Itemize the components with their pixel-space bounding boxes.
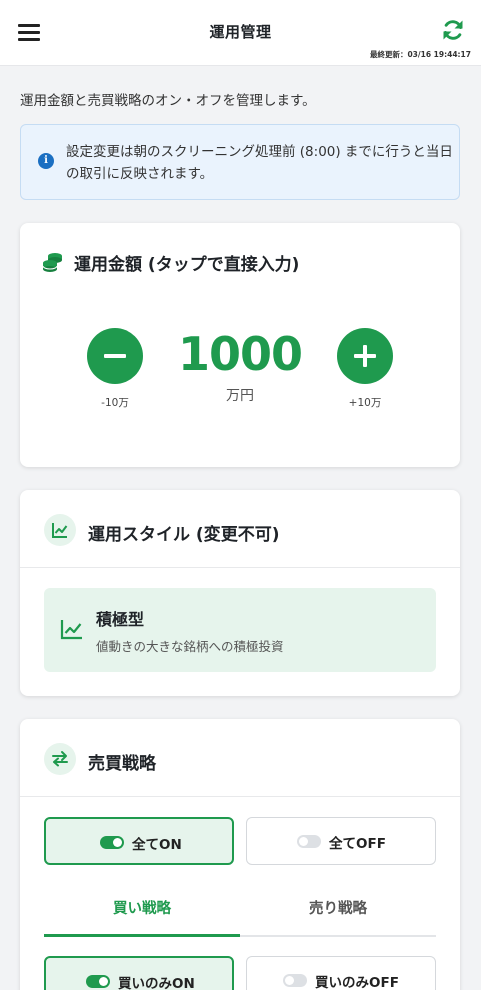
page-title: 運用管理 (209, 23, 272, 41)
info-notice: i 設定変更は朝のスクリーニング処理前 (8:00) までに行うと当日の取引に反… (20, 124, 460, 200)
chart-line-icon (44, 514, 76, 546)
toggle-off-icon (283, 974, 307, 987)
tab-buy-strategy[interactable]: 買い戦略 (44, 887, 240, 937)
amount-card: 運用金額 (タップで直接入力) -10万 1000 万円 +10万 (20, 223, 460, 467)
style-selected-box: 積極型 値動きの大きな銘柄への積極投資 (44, 588, 436, 672)
buy-only-off-label: 買いのみOFF (315, 975, 399, 990)
trade-card-header: 売買戦略 (20, 719, 460, 797)
chart-line-icon (60, 618, 84, 644)
increase-step-label: +10万 (348, 397, 382, 409)
all-off-label: 全てOFF (329, 836, 386, 852)
increase-amount-button[interactable] (337, 328, 393, 384)
all-on-label: 全てON (132, 837, 182, 853)
info-icon: i (38, 153, 54, 169)
plus-icon-vertical (363, 345, 367, 367)
swap-arrows-icon (44, 743, 76, 775)
trade-strategy-card: 売買戦略 全てON 全てOFF 買い戦略 売り戦略 買いのみON 買いのみOFF (20, 719, 460, 990)
buy-only-on-button[interactable]: 買いのみON (44, 956, 234, 990)
notice-text: 設定変更は朝のスクリーニング処理前 (8:00) までに行うと当日の取引に反映さ… (66, 144, 453, 182)
tab-sell-strategy[interactable]: 売り戦略 (240, 887, 436, 937)
decrease-step-label: -10万 (101, 397, 129, 409)
amount-title: 運用金額 (タップで直接入力) (74, 255, 300, 275)
intro-text: 運用金額と売買戦略のオン・オフを管理します。 (20, 93, 316, 109)
coins-icon (42, 251, 64, 273)
minus-icon (104, 354, 126, 358)
style-title: 運用スタイル (変更不可) (88, 525, 280, 545)
all-on-button[interactable]: 全てON (44, 817, 234, 865)
style-card: 運用スタイル (変更不可) 積極型 値動きの大きな銘柄への積極投資 (20, 490, 460, 696)
buy-only-on-label: 買いのみON (118, 976, 195, 990)
style-card-header: 運用スタイル (変更不可) (20, 490, 460, 568)
style-description: 値動きの大きな銘柄への積極投資 (96, 639, 284, 654)
toggle-on-icon (86, 975, 110, 988)
last-updated-timestamp: 最終更新：03/16 19:44:17 (369, 50, 471, 59)
buy-only-off-button[interactable]: 買いのみOFF (246, 956, 436, 990)
top-app-bar: 運用管理 最終更新：03/16 19:44:17 (0, 0, 481, 66)
toggle-off-icon (297, 835, 321, 848)
toggle-on-icon (100, 836, 124, 849)
all-off-button[interactable]: 全てOFF (246, 817, 436, 865)
trade-title: 売買戦略 (88, 754, 156, 774)
decrease-amount-button[interactable] (87, 328, 143, 384)
amount-unit: 万円 (226, 388, 254, 404)
style-name: 積極型 (96, 610, 145, 629)
strategy-tabs: 買い戦略 売り戦略 (44, 887, 436, 937)
amount-value[interactable]: 1000 (165, 327, 315, 381)
refresh-icon[interactable] (441, 18, 465, 42)
